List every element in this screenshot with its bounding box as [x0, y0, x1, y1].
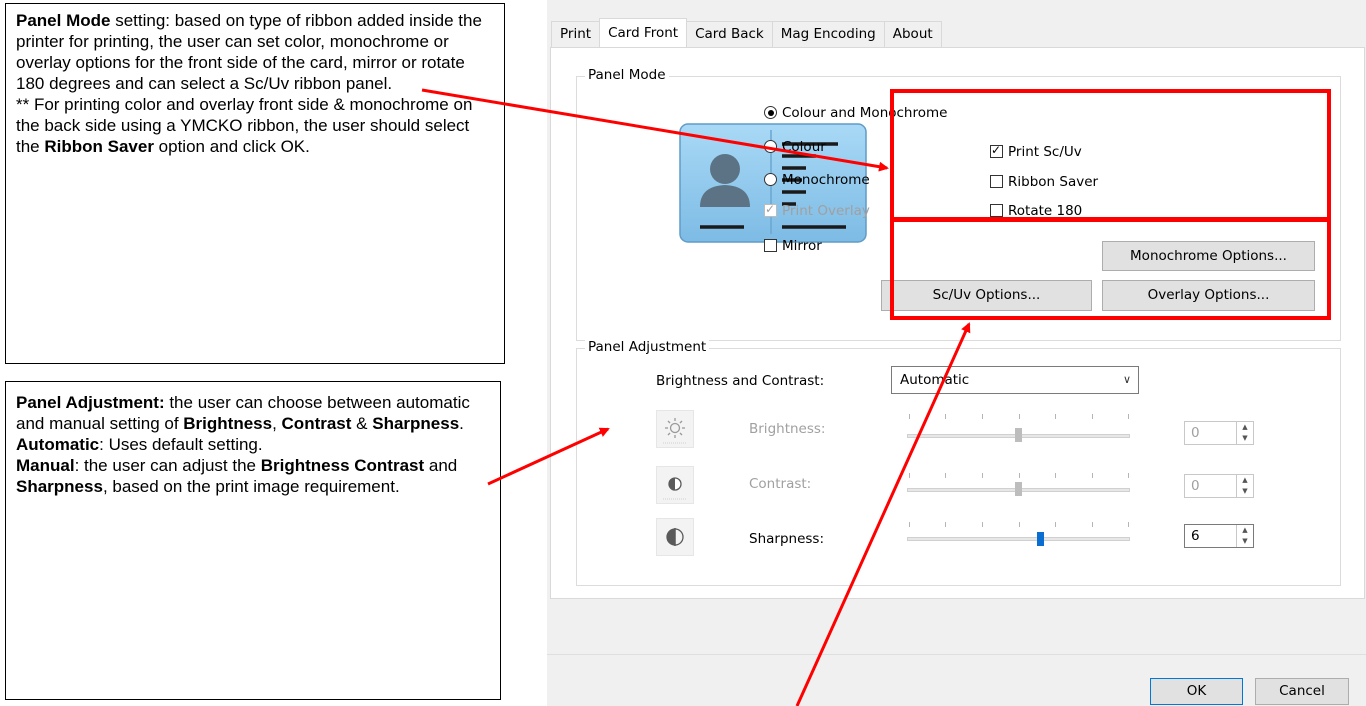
- select-value: Automatic: [900, 372, 970, 388]
- contrast-spinbox[interactable]: 0 ▲ ▼: [1184, 474, 1254, 498]
- callout-bold: Ribbon Saver: [44, 137, 154, 156]
- slider-tick: [945, 473, 946, 478]
- sharpness-label: Sharpness:: [749, 531, 824, 547]
- brightness-spinbox[interactable]: 0 ▲ ▼: [1184, 421, 1254, 445]
- sharpness-spinbox[interactable]: 6 ▲ ▼: [1184, 524, 1254, 548]
- callout-text: : the user can adjust the: [74, 456, 261, 475]
- brightness-icon: [656, 410, 694, 448]
- slider-tick: [945, 414, 946, 419]
- checkbox-label: Mirror: [782, 238, 822, 254]
- slider-tick: [1019, 414, 1020, 419]
- callout-bold: Brightness: [183, 414, 273, 433]
- brightness-label: Brightness:: [749, 421, 826, 437]
- spinner-arrows-icon[interactable]: ▲ ▼: [1236, 525, 1253, 547]
- callout-bold: Brightness Contrast: [260, 456, 425, 475]
- slider-tick: [1128, 473, 1129, 478]
- panel-adjustment-legend: Panel Adjustment: [585, 339, 710, 355]
- annotation-box-panel-mode: [890, 89, 1331, 221]
- callout-text: and: [424, 456, 458, 475]
- panel-mode-callout: Panel Mode setting: based on type of rib…: [5, 3, 505, 364]
- radio-label: Colour: [782, 139, 826, 155]
- spinbox-value: 0: [1191, 478, 1200, 494]
- sharpness-drop-icon: [666, 528, 684, 546]
- tab-print[interactable]: Print: [551, 21, 601, 47]
- ok-button[interactable]: OK: [1150, 678, 1243, 705]
- callout-bold: Automatic: [16, 435, 100, 454]
- slider-tick: [1055, 522, 1056, 527]
- spinbox-value: 0: [1191, 425, 1200, 441]
- slider-thumb[interactable]: [1015, 482, 1022, 496]
- radio-icon: [764, 140, 777, 153]
- slider-tick: [909, 414, 910, 419]
- slider-track: [907, 537, 1130, 541]
- callout-text: ,: [272, 414, 282, 433]
- tab-strip: Print Card Front Card Back Mag Encoding …: [551, 18, 942, 47]
- checkbox-icon: [764, 239, 777, 252]
- callout-bold: Sharpness: [372, 414, 460, 433]
- slider-tick: [909, 522, 910, 527]
- panel-mode-legend: Panel Mode: [585, 67, 669, 83]
- callout-text: , based on the print image requirement.: [102, 477, 400, 496]
- callout-bold: Manual: [16, 456, 75, 475]
- spinner-arrows-icon[interactable]: ▲ ▼: [1236, 475, 1253, 497]
- callout-bold: Contrast: [281, 414, 352, 433]
- check-mirror[interactable]: Mirror: [764, 238, 822, 254]
- slider-tick: [1055, 473, 1056, 478]
- callout-text: .: [459, 414, 464, 433]
- tab-card-front[interactable]: Card Front: [599, 18, 688, 47]
- callout-title: Panel Adjustment:: [16, 393, 165, 412]
- slider-tick: [1092, 473, 1093, 478]
- tab-card-back[interactable]: Card Back: [686, 21, 773, 47]
- sun-icon: [663, 418, 687, 444]
- slider-tick: [1092, 522, 1093, 527]
- tab-mag-encoding[interactable]: Mag Encoding: [771, 21, 885, 47]
- radio-selected-icon: [764, 106, 777, 119]
- brightness-contrast-label: Brightness and Contrast:: [656, 373, 825, 389]
- printer-preferences-dialog: Print Card Front Card Back Mag Encoding …: [547, 0, 1366, 706]
- checkbox-label: Print Overlay: [782, 203, 870, 219]
- chevron-down-icon: ∨: [1122, 373, 1131, 386]
- half-circle-icon: [663, 477, 687, 500]
- contrast-label: Contrast:: [749, 476, 812, 492]
- radio-label: Monochrome: [782, 172, 870, 188]
- slider-tick: [1019, 473, 1020, 478]
- radio-monochrome[interactable]: Monochrome: [764, 172, 870, 188]
- dialog-footer-separator: [547, 654, 1366, 655]
- brightness-contrast-select[interactable]: Automatic ∨: [891, 366, 1139, 394]
- slider-tick: [945, 522, 946, 527]
- callout-text: option and click OK.: [153, 137, 310, 156]
- checkbox-icon: [764, 202, 777, 217]
- slider-tick: [982, 473, 983, 478]
- slider-tick: [1055, 414, 1056, 419]
- spinner-arrows-icon[interactable]: ▲ ▼: [1236, 422, 1253, 444]
- slider-tick: [909, 473, 910, 478]
- radio-icon: [764, 173, 777, 186]
- callout-text: : Uses default setting.: [99, 435, 263, 454]
- annotation-box-options: [890, 218, 1331, 320]
- slider-tick: [1092, 414, 1093, 419]
- panel-adjustment-callout: Panel Adjustment: the user can choose be…: [5, 381, 501, 700]
- callout-text: &: [351, 414, 373, 433]
- slider-tick: [982, 522, 983, 527]
- callout-title: Panel Mode: [16, 11, 111, 30]
- slider-thumb[interactable]: [1015, 428, 1022, 442]
- slider-tick: [982, 414, 983, 419]
- contrast-icon: [656, 466, 694, 504]
- radio-colour[interactable]: Colour: [764, 139, 826, 155]
- slider-tick: [1019, 522, 1020, 527]
- sharpness-icon: [656, 518, 694, 556]
- cancel-button[interactable]: Cancel: [1255, 678, 1349, 705]
- slider-tick: [1128, 414, 1129, 419]
- slider-thumb[interactable]: [1037, 532, 1044, 546]
- callout-bold: Sharpness: [16, 477, 103, 496]
- spinbox-value: 6: [1191, 528, 1200, 544]
- tab-about[interactable]: About: [883, 21, 942, 47]
- slider-tick: [1128, 522, 1129, 527]
- check-print-overlay[interactable]: Print Overlay: [764, 202, 870, 219]
